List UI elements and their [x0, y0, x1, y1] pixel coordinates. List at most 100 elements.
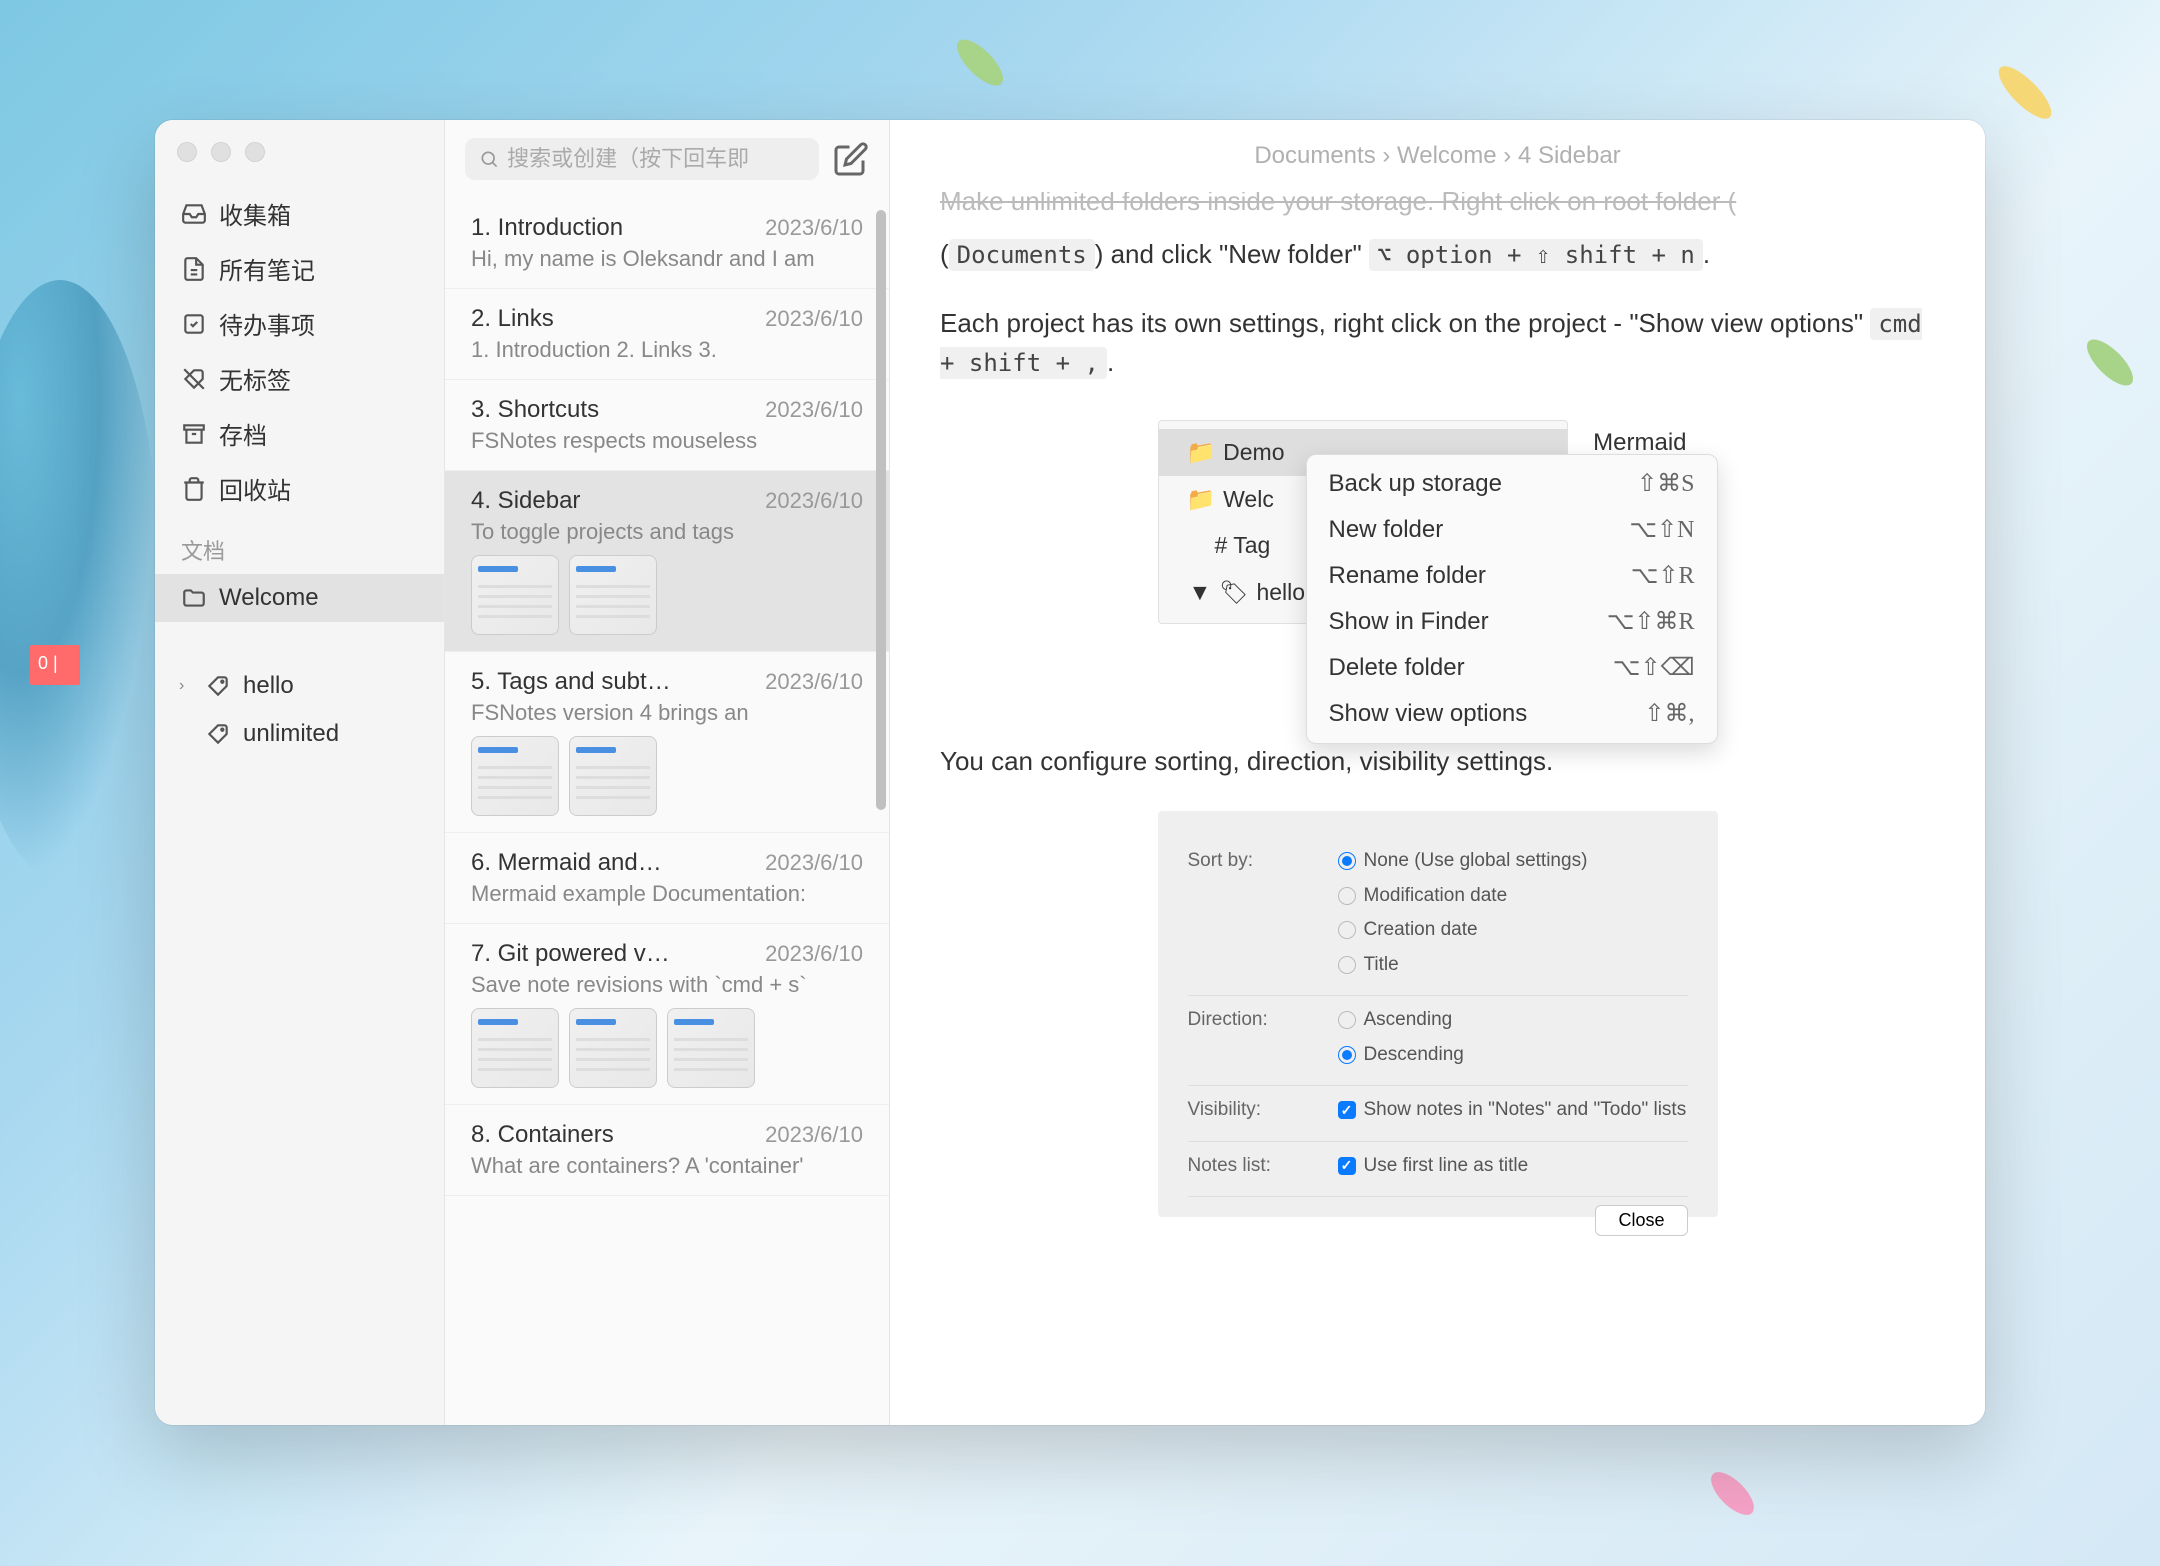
content-paragraph: (Documents) and click "New folder" ⌥ opt… [940, 235, 1935, 274]
menu-shortcut: ⌥⇧⌫ [1613, 650, 1695, 686]
sidebar-folder-welcome[interactable]: Welcome [155, 574, 444, 622]
radio-icon [1338, 1011, 1356, 1029]
thumbnail [569, 736, 657, 816]
tag-icon: 🏷 [1219, 575, 1248, 610]
tag-label: unlimited [243, 720, 339, 748]
note-list-scrollbar[interactable] [876, 200, 886, 1250]
note-list-scroll[interactable]: 1. Introduction2023/6/10Hi, my name is O… [445, 198, 889, 1425]
note-preview: FSNotes respects mouseless [471, 428, 863, 454]
trash-icon [181, 476, 207, 502]
note-list-item[interactable]: 5. Tags and subt…2023/6/10FSNotes versio… [445, 652, 889, 833]
sidebar-label: 存档 [219, 416, 267, 451]
code-inline: Documents [949, 239, 1095, 271]
note-list-item[interactable]: 3. Shortcuts2023/6/10FSNotes respects mo… [445, 380, 889, 471]
content-paragraph: Each project has its own settings, right… [940, 304, 1935, 382]
radio-icon [1338, 852, 1356, 870]
context-menu-item[interactable]: Back up storage ⇧⌘S [1307, 461, 1717, 507]
note-list-item[interactable]: 4. Sidebar2023/6/10To toggle projects an… [445, 471, 889, 652]
sidebar: 收集箱 所有笔记 待办事项 无标签 存档 回收站 文档 Welcome [155, 120, 445, 1425]
sidebar-tag-hello[interactable]: › hello [155, 662, 444, 710]
menu-shortcut: ⌥⇧⌘R [1607, 604, 1695, 640]
sort-radio-option[interactable]: None (Use global settings) [1338, 847, 1688, 876]
sidebar-item-inbox[interactable]: 收集箱 [155, 186, 444, 241]
sidebar-item-untagged[interactable]: 无标签 [155, 351, 444, 406]
note-list-item[interactable]: 6. Mermaid and…2023/6/10Mermaid example … [445, 833, 889, 924]
compose-button[interactable] [833, 141, 869, 177]
sidebar-item-archive[interactable]: 存档 [155, 406, 444, 461]
context-menu-illustration: 📁Demo 📁Welc # Tag ▼🏷hello Mermaid Mermai… [1158, 412, 1718, 712]
sidebar-section-documents: 文档 [155, 516, 444, 574]
sort-radio-option[interactable]: Title [1338, 951, 1688, 980]
thumbnail [471, 555, 559, 635]
note-title: 1. Introduction [471, 214, 623, 242]
thumbnail [471, 736, 559, 816]
untagged-icon [181, 366, 207, 392]
note-date: 2023/6/10 [765, 397, 863, 423]
note-title: 2. Links [471, 305, 554, 333]
note-preview: To toggle projects and tags [471, 519, 863, 545]
note-list-item[interactable]: 2. Links 2023/6/10 1. Introduction 2. Link… [445, 289, 889, 380]
close-button[interactable]: Close [1595, 1205, 1687, 1236]
note-date: 2023/6/10 [765, 850, 863, 876]
checkbox-checked-icon: ✓ [1338, 1101, 1356, 1119]
first-line-title-checkbox[interactable]: ✓ Use first line as title [1338, 1152, 1688, 1181]
note-list-item[interactable]: 8. Containers2023/6/10What are container… [445, 1105, 889, 1196]
sort-radio-option[interactable]: Creation date [1338, 916, 1688, 945]
chevron-right-icon[interactable]: › [179, 677, 184, 695]
checkbox-checked-icon: ✓ [1338, 1157, 1356, 1175]
sidebar-item-all-notes[interactable]: 所有笔记 [155, 241, 444, 296]
context-menu: Back up storage⇧⌘SNew folder⌥⇧NRename fo… [1306, 454, 1718, 744]
sidebar-tag-unlimited[interactable]: unlimited [155, 710, 444, 758]
visibility-checkbox[interactable]: ✓ Show notes in "Notes" and "Todo" lists [1338, 1096, 1688, 1125]
notes-icon [181, 256, 207, 282]
editor-body[interactable]: Make unlimited folders inside your stora… [890, 192, 1985, 1425]
sidebar-item-todo[interactable]: 待办事项 [155, 296, 444, 351]
note-preview: 1. Introduction 2. Links 3. [471, 337, 863, 363]
menu-label: Rename folder [1329, 558, 1486, 594]
menu-label: Delete folder [1329, 650, 1465, 686]
note-preview: Save note revisions with `cmd + s` [471, 972, 863, 998]
sidebar-label: 回收站 [219, 471, 291, 506]
note-thumbnails [471, 736, 863, 816]
note-date: 2023/6/10 [765, 941, 863, 967]
content-paragraph: You can configure sorting, direction, vi… [940, 742, 1935, 781]
note-list-item[interactable]: 7. Git powered v…2023/6/10Save note revi… [445, 924, 889, 1105]
context-menu-item[interactable]: Show view options⇧⌘, [1307, 691, 1717, 737]
breadcrumb[interactable]: Documents › Welcome › 4 Sidebar [890, 120, 1985, 192]
direction-radio-option[interactable]: Ascending [1338, 1006, 1688, 1035]
menu-label: Show view options [1329, 696, 1528, 732]
menu-shortcut: ⇧⌘S [1637, 466, 1694, 502]
menu-shortcut: ⌥⇧R [1631, 558, 1695, 594]
direction-label: Direction: [1188, 1006, 1298, 1075]
context-menu-item[interactable]: Rename folder ⌥⇧R [1307, 553, 1717, 599]
note-thumbnails [471, 1008, 863, 1088]
menu-label: Show in Finder [1329, 604, 1489, 640]
sidebar-label: 无标签 [219, 361, 291, 396]
notes-list-label: Notes list: [1188, 1152, 1298, 1187]
thumbnail [667, 1008, 755, 1088]
zoom-window-button[interactable] [245, 142, 265, 162]
tag-icon [205, 673, 231, 699]
note-preview: Mermaid example Documentation: [471, 881, 863, 907]
sidebar-label: 待办事项 [219, 306, 315, 341]
folder-icon: 📁 [1187, 482, 1216, 517]
minimize-window-button[interactable] [211, 142, 231, 162]
search-field[interactable] [465, 138, 819, 180]
note-date: 2023/6/10 [765, 306, 863, 332]
search-input[interactable] [507, 146, 805, 172]
sort-radio-option[interactable]: Modification date [1338, 882, 1688, 911]
sort-by-label: Sort by: [1188, 847, 1298, 985]
note-list-item[interactable]: 1. Introduction2023/6/10Hi, my name is O… [445, 198, 889, 289]
context-menu-item[interactable]: Delete folder ⌥⇧⌫ [1307, 645, 1717, 691]
radio-icon [1338, 956, 1356, 974]
context-menu-item[interactable]: New folder⌥⇧N [1307, 507, 1717, 553]
search-icon [479, 148, 499, 170]
inbox-icon [181, 201, 207, 227]
close-window-button[interactable] [177, 142, 197, 162]
menu-label: New folder [1329, 512, 1444, 548]
context-menu-item[interactable]: Show in Finder ⌥⇧⌘R [1307, 599, 1717, 645]
direction-radio-option[interactable]: Descending [1338, 1041, 1688, 1070]
menu-label: Back up storage [1329, 466, 1502, 502]
sidebar-item-trash[interactable]: 回收站 [155, 461, 444, 516]
sidebar-label: 所有笔记 [219, 251, 315, 286]
